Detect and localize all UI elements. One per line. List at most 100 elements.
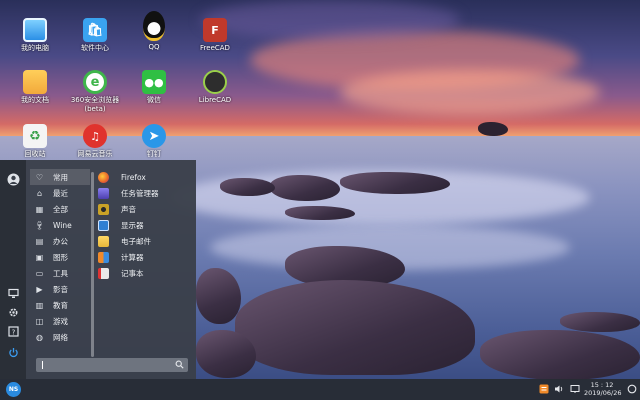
display-icon[interactable] <box>5 285 21 301</box>
category-network[interactable]: ◍ 网络 <box>30 329 90 345</box>
desktop-icon-label: 我的文档 <box>21 96 49 104</box>
desktop-icon-software-center[interactable]: 🛍 软件中心 <box>65 18 125 53</box>
heart-icon: ♡ <box>35 172 44 182</box>
librecad-icon <box>203 70 227 94</box>
svg-text:?: ? <box>11 328 15 336</box>
taskbar-clock[interactable]: 15 : 12 2019/06/26 <box>584 381 622 397</box>
search-icon[interactable] <box>174 359 185 370</box>
desktop-icon-my-documents[interactable]: 我的文档 <box>5 70 65 105</box>
desktop-icon-label: QQ <box>148 43 160 51</box>
task-manager-icon <box>98 187 109 199</box>
desktop-icon-qq[interactable]: QQ <box>124 11 184 52</box>
app-label: Firefox <box>121 172 146 182</box>
desktop-icon-my-computer[interactable]: 我的电脑 <box>5 18 65 53</box>
desktop-icon-netease-music[interactable]: ♫ 网易云音乐 <box>65 124 125 159</box>
computer-icon <box>23 18 47 42</box>
category-label: 办公 <box>53 236 68 246</box>
app-item-notepad[interactable]: 记事本 <box>98 265 190 281</box>
desktop-icon-label: 微信 <box>147 96 161 104</box>
desktop-icon-dingtalk[interactable]: ➤ 钉钉 <box>124 124 184 159</box>
category-games[interactable]: ◫ 游戏 <box>30 313 90 329</box>
app-label: 声音 <box>121 204 136 214</box>
distant-rock-islet <box>478 122 508 136</box>
help-icon[interactable]: ? <box>5 323 21 339</box>
monitor-icon <box>98 219 109 231</box>
app-label: 任务管理器 <box>121 188 159 198</box>
text-caret <box>42 361 43 369</box>
power-icon[interactable] <box>5 344 21 360</box>
desktop-icon-recycle-bin[interactable]: ♻ 回收站 <box>5 124 65 159</box>
category-tools[interactable]: ▭ 工具 <box>30 265 90 281</box>
desktop-icon-librecad[interactable]: LibreCAD <box>185 70 245 105</box>
category-office[interactable]: ▤ 办公 <box>30 233 90 249</box>
category-frequent[interactable]: ♡ 常用 <box>30 169 90 185</box>
taskbar: NS 15 : 12 2019/06/26 <box>0 379 640 400</box>
start-button-label: NS <box>8 386 19 393</box>
user-avatar-icon[interactable] <box>5 171 21 187</box>
start-menu-rail: ? <box>0 160 26 379</box>
trash-icon: ♻ <box>23 124 47 148</box>
clock-date: 2019/06/26 <box>584 389 622 397</box>
app-tray-icon[interactable] <box>538 383 550 395</box>
show-desktop-icon[interactable] <box>626 383 638 395</box>
volume-icon[interactable] <box>553 383 565 395</box>
category-label: 常用 <box>53 172 68 182</box>
toolbox-icon: ▭ <box>35 268 44 278</box>
image-icon: ▣ <box>35 252 44 262</box>
sound-icon <box>98 203 109 215</box>
app-item-task-manager[interactable]: 任务管理器 <box>98 185 190 201</box>
desktop-icon-label: 网易云音乐 <box>77 150 113 158</box>
desktop-icon-label: 软件中心 <box>81 44 109 52</box>
app-item-sound[interactable]: 声音 <box>98 201 190 217</box>
desktop-icon-label: 我的电脑 <box>21 44 49 52</box>
book-icon: ▥ <box>35 300 44 310</box>
notification-icon[interactable] <box>569 383 581 395</box>
desktop-icon-freecad[interactable]: F FreeCAD <box>185 18 245 53</box>
software-center-icon: 🛍 <box>83 18 107 42</box>
app-item-email[interactable]: 电子邮件 <box>98 233 190 249</box>
globe-icon: ◍ <box>36 332 43 342</box>
category-education[interactable]: ▥ 教育 <box>30 297 90 313</box>
category-label: 影音 <box>53 284 68 294</box>
grid-icon: ▦ <box>35 204 44 214</box>
app-search-input[interactable] <box>36 358 188 372</box>
home-icon: ⌂ <box>36 188 43 198</box>
desktop-icon-label: 回收站 <box>24 150 46 158</box>
desktop-icon-wechat[interactable]: ●● 微信 <box>124 70 184 105</box>
category-label: 网络 <box>53 332 68 342</box>
media-icon: ▶ <box>36 284 43 294</box>
app-item-firefox[interactable]: Firefox <box>98 169 190 185</box>
category-label: 游戏 <box>53 316 68 326</box>
app-item-display[interactable]: 显示器 <box>98 217 190 233</box>
settings-icon[interactable] <box>5 304 21 320</box>
netease-music-icon: ♫ <box>83 124 107 148</box>
document-icon: ▤ <box>35 236 44 246</box>
category-wine[interactable]: 🍷︎ Wine <box>30 217 90 233</box>
category-label: 图形 <box>53 252 68 262</box>
gamepad-icon: ◫ <box>35 316 44 326</box>
folder-icon <box>23 70 47 94</box>
category-scrollbar[interactable] <box>91 172 94 357</box>
category-media[interactable]: ▶ 影音 <box>30 281 90 297</box>
desktop-icon-360-browser[interactable]: e 360安全浏览器 (beta) <box>65 70 125 114</box>
desktop-icon-label: 钉钉 <box>147 150 161 158</box>
app-item-calculator[interactable]: 计算器 <box>98 249 190 265</box>
notepad-icon <box>98 267 109 279</box>
wechat-icon: ●● <box>142 70 166 94</box>
desktop-icon-label: FreeCAD <box>200 44 230 52</box>
category-graphics[interactable]: ▣ 图形 <box>30 249 90 265</box>
browser-360-icon: e <box>83 70 107 94</box>
email-icon <box>98 235 109 247</box>
category-label: 最近 <box>53 188 68 198</box>
app-label: 记事本 <box>121 268 144 278</box>
qq-penguin-icon <box>143 11 165 41</box>
dingtalk-icon: ➤ <box>142 124 166 148</box>
app-label: 显示器 <box>121 220 144 230</box>
category-label: 工具 <box>53 268 68 278</box>
category-label: 全部 <box>53 204 68 214</box>
category-recent[interactable]: ⌂ 最近 <box>30 185 90 201</box>
start-button[interactable]: NS <box>6 382 21 397</box>
category-label: 教育 <box>53 300 68 310</box>
category-label: Wine <box>53 220 72 230</box>
category-all[interactable]: ▦ 全部 <box>30 201 90 217</box>
